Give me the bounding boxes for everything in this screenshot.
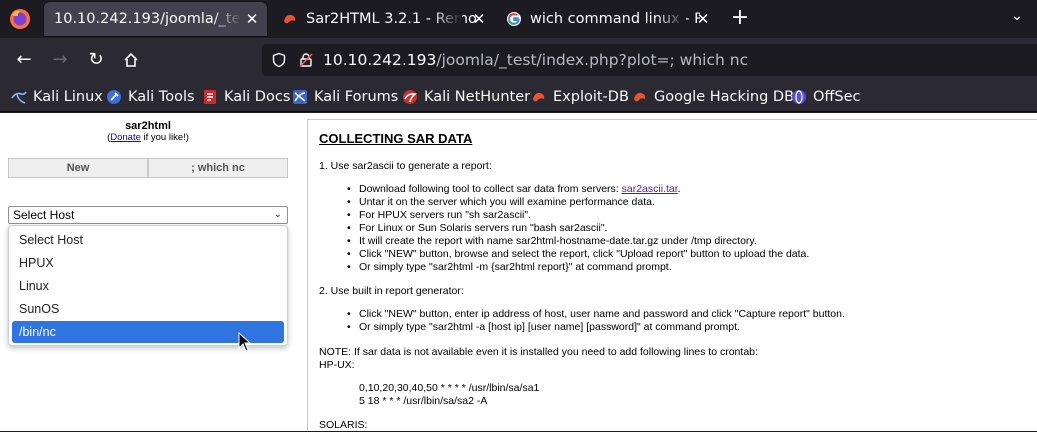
bookmark-label: Kali Linux [33,89,103,105]
back-arrow-icon[interactable]: ← [10,46,38,74]
bookmark-kali-docs[interactable]: Kali Docs [202,87,290,107]
list-item-text: For HPUX servers run "sh sar2ascii". [359,209,531,221]
list-item: Untar it on the server which you will ex… [347,196,809,209]
content-frame-left-border [307,119,308,431]
donate-suffix: if you like!) [140,132,189,143]
bookmark-label: OffSec [813,89,861,105]
firefox-icon[interactable] [8,7,32,31]
tab-fade [656,0,686,38]
new-button[interactable]: New [8,158,148,178]
option-sunos[interactable]: SunOS [12,298,284,320]
page-heading: COLLECTING SAR DATA [319,131,473,146]
mouse-cursor-icon [238,332,252,352]
sar2ascii-download-link[interactable]: sar2ascii.tar [622,183,678,195]
app-title: sar2html [125,120,171,132]
list-item-text: . [677,183,681,195]
donate-line: (Donate if you like!) [0,132,296,143]
option-linux[interactable]: Linux [12,275,284,297]
bookmark-exploit-db[interactable]: Exploit-DB [531,87,629,107]
list-item: Download following tool to collect sar d… [347,183,809,196]
web-page: sar2html (Donate if you like!) New ; whi… [0,113,1037,431]
tab-google-search[interactable]: wich command linux - Pes ✕ [496,0,718,38]
host-select-value: Select Host [13,208,75,222]
reload-icon[interactable]: ↻ [82,46,110,74]
kali-icon [11,91,27,104]
list-item: For Linux or Sun Solaris servers run "ba… [347,222,809,235]
bookmark-kali-forums[interactable]: Kali Forums [292,87,398,107]
bookmark-label: Exploit-DB [553,89,629,105]
bookmark-kali-linux[interactable]: Kali Linux [11,87,103,107]
bookmark-label: Google Hacking DB [654,89,795,105]
url-path: /joomla/_test/index.php?plot=; which nc [436,51,749,69]
step-2-text: 2. Use built in report generator: [319,285,464,297]
list-item-text: Click "NEW" button, browse and select th… [359,248,810,260]
home-icon[interactable] [117,46,145,74]
list-item: Or simply type "sar2html -a [host ip] [u… [347,321,845,334]
host-dropdown-list: Select Host HPUX Linux SunOS /bin/nc [8,225,288,346]
step-1-text: 1. Use sar2ascii to generate a report: [319,160,492,172]
tab-list-chevron-icon[interactable]: ⌄ [1006,8,1028,30]
bookmark-google-hacking-db[interactable]: Google Hacking DB [632,87,794,107]
tab-exploit-db[interactable]: Sar2HTML 3.2.1 - Remote ✕ [272,0,494,38]
bookmark-kali-tools[interactable]: Kali Tools [106,87,195,107]
url-host: 10.10.242.193 [323,51,437,69]
bookmark-label: Kali Docs [224,89,291,105]
list-item: Or simply type "sar2html -m {sar2html re… [347,261,809,274]
donate-link[interactable]: Donate [110,132,141,143]
navigation-bar: ← → ↻ 10.10.242.193/joomla/_test/index.p… [0,38,1037,82]
list-item-text: It will create the report with name sar2… [359,235,757,247]
exploit-db-icon [284,14,296,24]
url-bar[interactable]: 10.10.242.193/joomla/_test/index.php?plo… [262,44,1037,76]
cron-line: 5 18 * * * /usr/lbin/sa/sa2 -A [359,395,488,407]
content-frame-top-border [307,119,1037,120]
tab-bar: 10.10.242.193/joomla/_test/in ✕ Sar2HTML… [0,0,1037,38]
offsec-icon [792,90,806,104]
close-icon[interactable]: ✕ [470,10,488,28]
bookmark-kali-nethunter[interactable]: Kali NetHunter [402,87,530,107]
left-pane: sar2html (Donate if you like!) New ; whi… [0,113,296,431]
host-select[interactable]: Select Host ⌄ [8,206,288,224]
cron-line: 0,10,20,30,40,50 * * * * /usr/lbin/sa/sa… [359,382,540,394]
bookmark-offsec[interactable]: OffSec [791,87,861,107]
forward-arrow-icon[interactable]: → [46,46,74,74]
option-select-host[interactable]: Select Host [12,229,284,251]
list-item: It will create the report with name sar2… [347,235,809,248]
option-hpux[interactable]: HPUX [12,252,284,274]
kali-forums-icon [293,90,307,104]
tab-fade [212,2,242,36]
list-item-text: Download following tool to collect sar d… [359,183,622,195]
kali-docs-icon [204,90,216,104]
kali-tools-icon [107,90,121,104]
list-item-text: Untar it on the server which you will ex… [359,196,655,208]
hpux-label: HP-UX: [319,359,355,371]
plot-button[interactable]: ; which nc [148,158,288,178]
list-item-text: Or simply type "sar2html -m {sar2html re… [359,261,672,273]
ghdb-icon [634,92,646,102]
close-icon[interactable]: ✕ [243,10,261,28]
list-item: For HPUX servers run "sh sar2ascii". [347,209,809,222]
list-item: Click "NEW" button, browse and select th… [347,248,809,261]
close-icon[interactable]: ✕ [694,10,712,28]
chevron-down-icon: ⌄ [273,209,282,220]
bookmarks-toolbar: Kali Linux Kali Tools Kali Docs Kali For… [0,82,1037,112]
tab-sar2html-page[interactable]: 10.10.242.193/joomla/_test/in ✕ [44,2,267,36]
url-text: 10.10.242.193/joomla/_test/index.php?plo… [323,51,748,69]
crontab-note: NOTE: If sar data is not available even … [319,346,758,358]
list-item: Click "NEW" button, enter ip address of … [347,308,845,321]
bookmark-label: Kali NetHunter [424,89,531,105]
step-2-list: Click "NEW" button, enter ip address of … [347,308,845,334]
nethunter-icon [403,90,418,104]
solaris-label: SOLARIS: [319,419,368,431]
new-tab-button[interactable]: + [728,7,752,31]
tab-fade [432,0,462,38]
bookmark-label: Kali Tools [128,89,195,105]
exploit-db-icon [533,92,545,102]
step-1-list: Download following tool to collect sar d… [347,183,809,274]
shield-icon[interactable] [271,52,287,68]
bookmark-label: Kali Forums [314,89,399,105]
google-icon [507,12,521,26]
insecure-lock-icon[interactable] [298,52,314,68]
list-item-text: For Linux or Sun Solaris servers run "ba… [359,222,608,234]
